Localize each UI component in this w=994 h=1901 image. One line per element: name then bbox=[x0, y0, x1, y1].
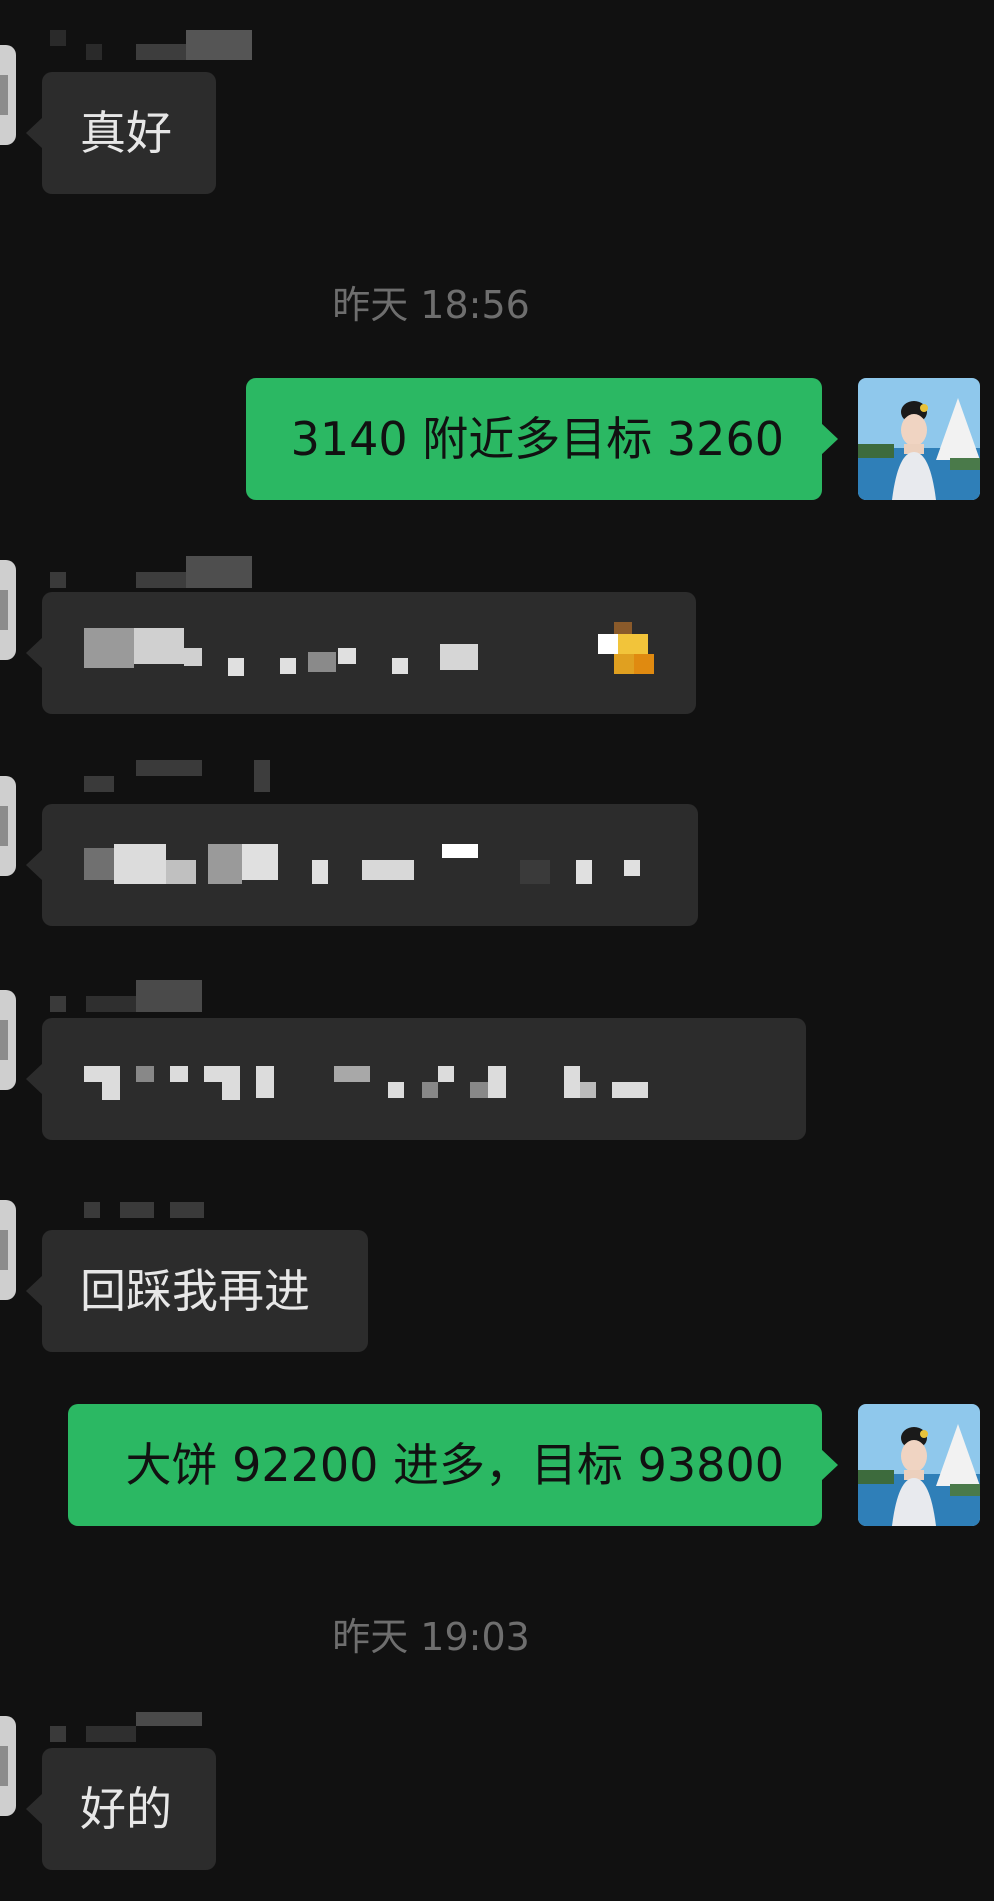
message-bubble-incoming-redacted[interactable] bbox=[26, 804, 698, 926]
message-bubble-outgoing[interactable]: 大饼 92200 进多，目标 93800 bbox=[68, 1404, 838, 1526]
user-avatar-icon[interactable] bbox=[858, 1404, 980, 1526]
message-text: 好的 bbox=[80, 1782, 172, 1836]
message-bubble-incoming-redacted[interactable] bbox=[26, 1018, 806, 1140]
message-text: 真好 bbox=[80, 106, 172, 160]
contact-avatar-icon[interactable] bbox=[0, 776, 16, 876]
sender-name bbox=[50, 980, 250, 1014]
message-text: 回踩我再进 bbox=[80, 1264, 310, 1318]
sender-name bbox=[84, 760, 284, 794]
message-text: 3140 附近多目标 3260 bbox=[290, 412, 784, 466]
message-bubble-outgoing[interactable]: 3140 附近多目标 3260 bbox=[246, 378, 838, 500]
timestamp: 昨天 18:56 bbox=[332, 283, 530, 327]
message-bubble-incoming[interactable]: 真好 bbox=[26, 72, 216, 194]
sender-name bbox=[84, 1198, 284, 1232]
user-avatar-icon[interactable] bbox=[858, 378, 980, 500]
message-bubble-incoming-redacted[interactable] bbox=[26, 592, 696, 714]
message-text: 大饼 92200 进多，目标 93800 bbox=[125, 1438, 784, 1492]
contact-avatar-icon[interactable] bbox=[0, 1716, 16, 1816]
contact-avatar-icon[interactable] bbox=[0, 45, 16, 145]
message-bubble-incoming[interactable]: 回踩我再进 bbox=[26, 1230, 368, 1352]
contact-avatar-icon[interactable] bbox=[0, 990, 16, 1090]
contact-avatar-icon[interactable] bbox=[0, 560, 16, 660]
sender-name bbox=[50, 1710, 250, 1744]
contact-avatar-icon[interactable] bbox=[0, 1200, 16, 1300]
timestamp: 昨天 19:03 bbox=[332, 1615, 530, 1659]
sender-name bbox=[50, 556, 252, 590]
message-bubble-incoming[interactable]: 好的 bbox=[26, 1748, 216, 1870]
sender-name bbox=[50, 28, 252, 62]
